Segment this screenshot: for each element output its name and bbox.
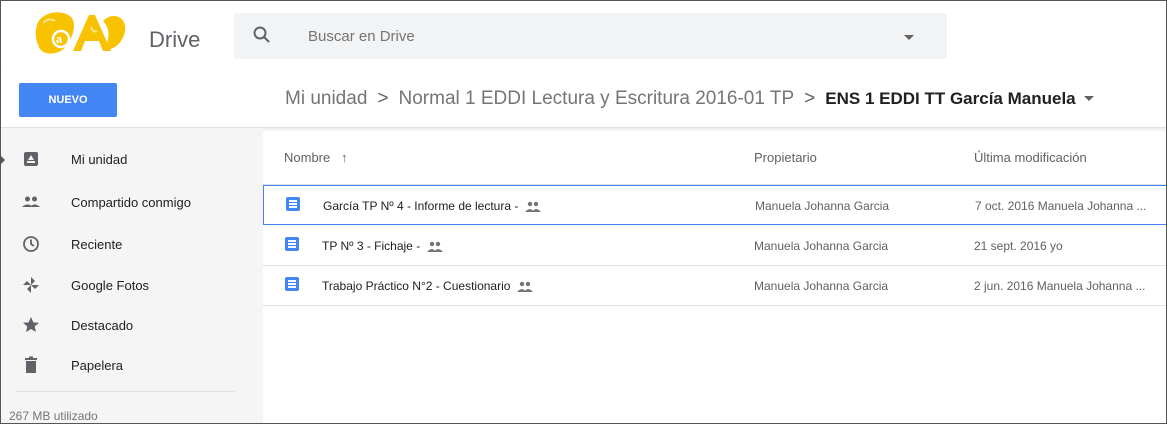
sidebar-item-my-drive[interactable]: Mi unidad bbox=[1, 140, 263, 178]
sidebar-item-trash[interactable]: Papelera bbox=[1, 346, 263, 384]
breadcrumb-current-folder[interactable]: ENS 1 EDDI TT García Manuela bbox=[825, 89, 1075, 108]
sidebar-item-label: Google Fotos bbox=[71, 278, 150, 293]
column-header-modified[interactable]: Última modificación bbox=[974, 150, 1087, 165]
breadcrumb-separator: > bbox=[377, 88, 389, 109]
drive-icon bbox=[21, 149, 41, 169]
new-button[interactable]: NUEVO bbox=[19, 83, 117, 117]
drive-window: a Drive Buscar en Drive NUEVO Mi unidad >… bbox=[0, 0, 1167, 424]
file-name[interactable]: TP Nº 3 - Fichaje - bbox=[322, 239, 444, 253]
file-modified: 2 jun. 2016 Manuela Johanna ... bbox=[974, 279, 1146, 293]
file-owner: Manuela Johanna Garcia bbox=[754, 279, 889, 293]
file-row[interactable]: García TP Nº 4 - Informe de lectura - Ma… bbox=[263, 185, 1166, 225]
file-row[interactable]: Trabajo Práctico N°2 - Cuestionario Manu… bbox=[263, 266, 1166, 306]
sidebar-item-label: Destacado bbox=[71, 318, 134, 333]
app-brand[interactable]: Drive bbox=[149, 27, 200, 53]
pinwheel-icon bbox=[21, 275, 41, 295]
google-docs-icon bbox=[285, 237, 299, 251]
sidebar-item-recent[interactable]: Reciente bbox=[1, 225, 263, 263]
clock-icon bbox=[21, 234, 41, 254]
selected-indicator bbox=[1, 156, 5, 164]
file-owner: Manuela Johanna Garcia bbox=[755, 199, 890, 213]
top-bar: a Drive Buscar en Drive bbox=[1, 1, 1166, 69]
sidebar-item-shared-with-me[interactable]: Compartido conmigo bbox=[1, 183, 263, 221]
organization-logo[interactable]: a bbox=[33, 7, 129, 63]
search-input[interactable]: Buscar en Drive bbox=[308, 28, 415, 45]
breadcrumb-parent-folder[interactable]: Normal 1 EDDI Lectura y Escritura 2016-0… bbox=[399, 88, 795, 109]
svg-text:a: a bbox=[56, 34, 63, 46]
sidebar-divider bbox=[15, 391, 235, 392]
search-options-dropdown-icon[interactable] bbox=[904, 35, 914, 40]
shared-icon bbox=[525, 201, 542, 212]
folder-menu-dropdown-icon[interactable] bbox=[1083, 96, 1094, 102]
action-bar: NUEVO Mi unidad > Normal 1 EDDI Lectura y … bbox=[1, 69, 1166, 128]
sidebar-item-label: Mi unidad bbox=[71, 152, 128, 167]
breadcrumb: Mi unidad > Normal 1 EDDI Lectura y Escrit… bbox=[285, 88, 1094, 110]
list-header: Nombre ↑ Propietario Última modificación bbox=[263, 128, 1166, 185]
file-row[interactable]: TP Nº 3 - Fichaje - Manuela Johanna Garc… bbox=[263, 226, 1166, 266]
trash-icon bbox=[21, 355, 41, 375]
breadcrumb-root[interactable]: Mi unidad bbox=[285, 88, 367, 109]
sidebar-item-starred[interactable]: Destacado bbox=[1, 306, 263, 344]
shared-icon bbox=[427, 241, 444, 252]
sidebar-item-label: Reciente bbox=[71, 237, 123, 252]
column-header-name[interactable]: Nombre bbox=[284, 150, 330, 165]
google-docs-icon bbox=[286, 197, 300, 211]
sidebar-item-label: Papelera bbox=[71, 358, 124, 373]
search-box[interactable]: Buscar en Drive bbox=[234, 13, 947, 59]
file-name[interactable]: Trabajo Práctico N°2 - Cuestionario bbox=[322, 279, 534, 293]
file-list: Nombre ↑ Propietario Última modificación… bbox=[263, 128, 1166, 423]
file-name[interactable]: García TP Nº 4 - Informe de lectura - bbox=[323, 199, 542, 213]
file-modified: 21 sept. 2016 yo bbox=[974, 239, 1063, 253]
google-docs-icon bbox=[285, 277, 299, 291]
breadcrumb-separator: > bbox=[804, 88, 816, 109]
file-modified: 7 oct. 2016 Manuela Johanna ... bbox=[975, 199, 1147, 213]
shared-icon bbox=[517, 281, 534, 292]
sort-arrow-icon[interactable]: ↑ bbox=[341, 150, 348, 165]
sidebar: Mi unidad Compartido conmigo Reciente Go… bbox=[1, 128, 263, 423]
column-header-owner[interactable]: Propietario bbox=[754, 150, 817, 165]
people-icon bbox=[21, 192, 41, 212]
storage-usage[interactable]: 267 MB utilizado bbox=[9, 409, 98, 423]
sidebar-item-google-photos[interactable]: Google Fotos bbox=[1, 266, 263, 304]
star-icon bbox=[21, 315, 41, 335]
file-owner: Manuela Johanna Garcia bbox=[754, 239, 889, 253]
sidebar-item-label: Compartido conmigo bbox=[71, 195, 191, 210]
search-icon[interactable] bbox=[252, 25, 272, 45]
